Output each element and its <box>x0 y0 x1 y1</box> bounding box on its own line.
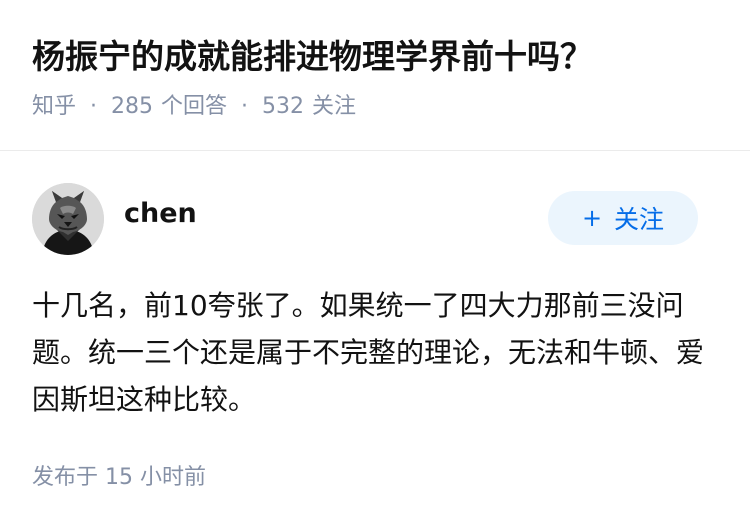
source-label[interactable]: 知乎 <box>32 94 76 119</box>
follow-button[interactable]: + 关注 <box>548 191 698 245</box>
follower-count: 532 <box>262 94 305 119</box>
question-header: 杨振宁的成就能排进物理学界前十吗？ 知乎 · 285 个回答 · 532 关注 <box>32 34 718 122</box>
follow-button-label: 关注 <box>614 205 665 234</box>
meta-separator: · <box>241 94 249 119</box>
question-meta: 知乎 · 285 个回答 · 532 关注 <box>32 92 718 122</box>
time-unit: 小时前 <box>140 465 207 490</box>
answer-count-label[interactable]: 个回答 <box>161 94 227 119</box>
answer-count: 285 <box>111 94 154 119</box>
divider <box>0 150 750 151</box>
plus-icon: + <box>581 204 603 232</box>
author-name[interactable]: chen <box>124 197 197 231</box>
question-title[interactable]: 杨振宁的成就能排进物理学界前十吗？ <box>32 34 718 80</box>
answer-time[interactable]: 发布于 15 小时前 <box>32 462 206 494</box>
wolf-mask-avatar-icon <box>32 183 104 255</box>
meta-separator: · <box>90 94 98 119</box>
time-prefix: 发布于 <box>32 465 99 490</box>
avatar[interactable] <box>32 183 104 255</box>
answer-content[interactable]: 十几名，前10夸张了。如果统一了四大力那前三没问题。统一三个还是属于不完整的理论… <box>32 282 710 423</box>
follower-count-label[interactable]: 关注 <box>312 94 356 119</box>
answer-author: chen + 关注 <box>32 183 698 257</box>
time-value: 15 <box>105 465 134 490</box>
